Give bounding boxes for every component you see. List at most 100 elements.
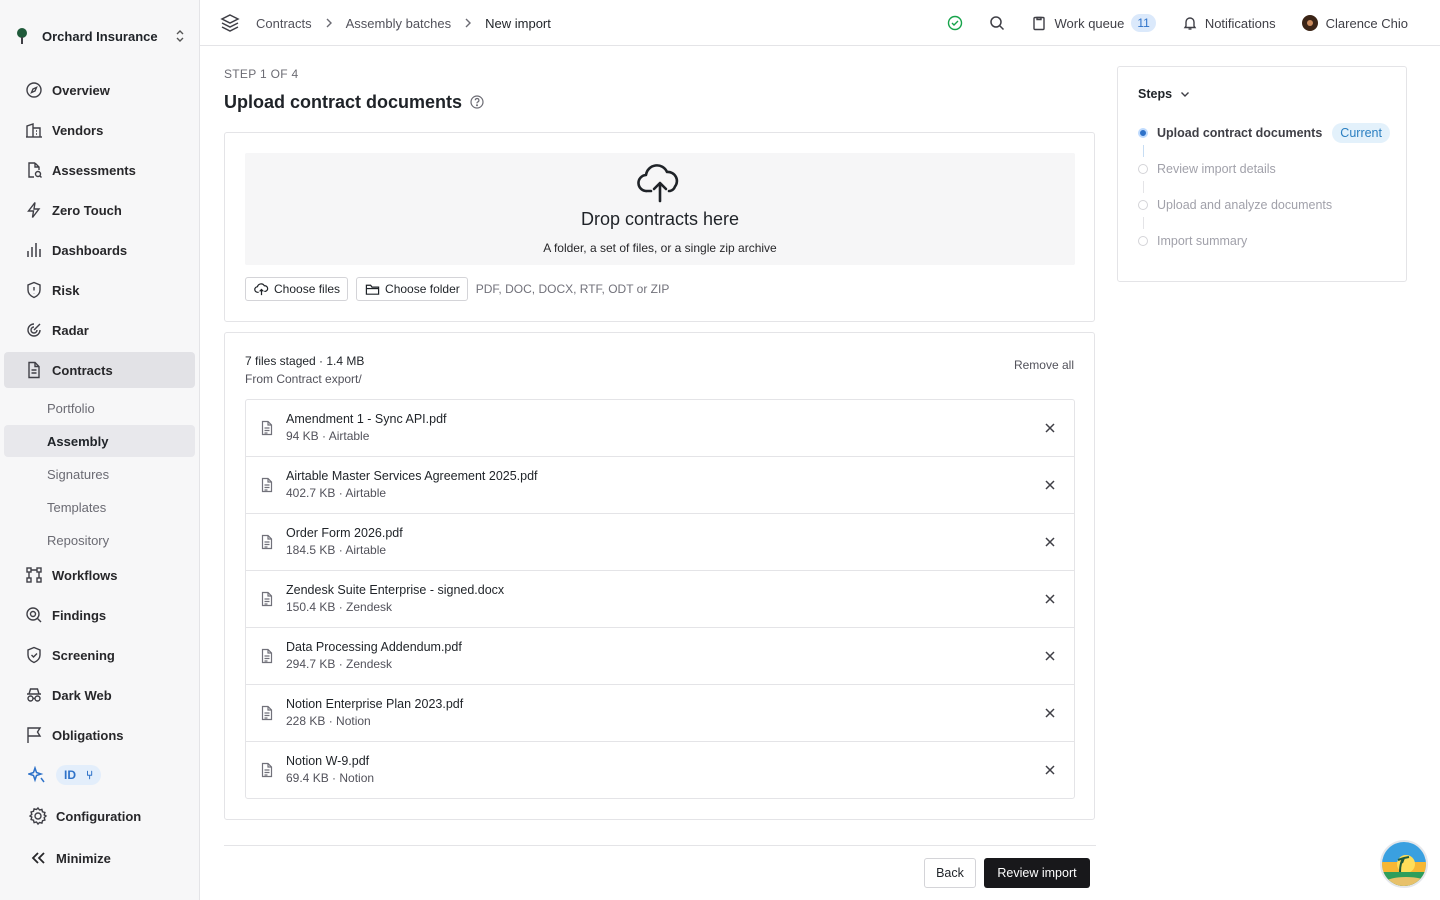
nav-label: Zero Touch	[52, 202, 122, 218]
nav-label: Configuration	[56, 808, 142, 824]
file-icon	[261, 477, 273, 493]
file-icon	[261, 705, 273, 721]
file-row: Data Processing Addendum.pdf 294.7 KB · …	[246, 628, 1074, 685]
nav-vendors[interactable]: Vendors	[4, 112, 195, 148]
notifications-button[interactable]: Notifications	[1182, 15, 1276, 31]
remove-all-button[interactable]: Remove all	[1014, 358, 1074, 372]
subnav-portfolio[interactable]: Portfolio	[4, 392, 195, 424]
step-dot	[1138, 236, 1148, 246]
file-name: Order Form 2026.pdf	[286, 526, 403, 540]
nav-zero-touch[interactable]: Zero Touch	[4, 192, 195, 228]
search-button[interactable]	[989, 15, 1005, 31]
steps-toggle[interactable]: Steps	[1138, 87, 1192, 101]
remove-file-icon[interactable]	[1042, 420, 1058, 436]
id-row[interactable]: ID ⑂	[4, 757, 195, 793]
work-queue-label: Work queue	[1054, 15, 1125, 31]
remove-file-icon[interactable]	[1042, 762, 1058, 778]
review-import-button[interactable]: Review import	[984, 858, 1090, 888]
step-item[interactable]: Upload and analyze documents	[1138, 196, 1332, 214]
nav-workflows[interactable]: Workflows	[4, 557, 195, 593]
step-label: Upload and analyze documents	[1157, 198, 1333, 212]
building-icon	[24, 120, 44, 140]
help-icon[interactable]	[470, 95, 484, 109]
nav-assessments[interactable]: Assessments	[4, 152, 195, 188]
folder-icon	[365, 284, 380, 295]
nav-label: Contracts	[52, 362, 113, 378]
nav-contracts[interactable]: Contracts	[4, 352, 195, 388]
step-item[interactable]: Upload contract documents Current	[1138, 123, 1390, 143]
dropzone-subtitle: A folder, a set of files, or a single zi…	[543, 241, 777, 255]
file-meta: 69.4 KB · Notion	[286, 771, 375, 785]
remove-file-icon[interactable]	[1042, 591, 1058, 607]
nav-overview[interactable]: Overview	[4, 72, 195, 108]
remove-file-icon[interactable]	[1042, 534, 1058, 550]
file-row: Airtable Master Services Agreement 2025.…	[246, 457, 1074, 514]
file-name: Zendesk Suite Enterprise - signed.docx	[286, 583, 505, 597]
chevron-right-icon	[465, 18, 472, 28]
file-icon	[261, 648, 273, 664]
nav-obligations[interactable]: Obligations	[4, 717, 195, 753]
upload-card: Drop contracts here A folder, a set of f…	[224, 132, 1095, 322]
step-connector	[1143, 217, 1144, 229]
chevron-up-down-icon	[176, 30, 184, 42]
breadcrumb-current: New import	[485, 15, 551, 31]
nav-label: Dark Web	[52, 687, 112, 703]
work-queue-count: 11	[1131, 14, 1156, 32]
id-badge[interactable]: ID ⑂	[56, 765, 102, 785]
file-row: Notion Enterprise Plan 2023.pdf 228 KB ·…	[246, 685, 1074, 742]
file-name: Airtable Master Services Agreement 2025.…	[286, 469, 538, 483]
subnav-assembly[interactable]: Assembly	[4, 425, 195, 457]
step-item[interactable]: Review import details	[1138, 160, 1276, 178]
step-label: Upload contract documents	[1157, 126, 1323, 140]
layers-icon[interactable]	[220, 13, 240, 33]
nav-dashboards[interactable]: Dashboards	[4, 232, 195, 268]
file-icon	[261, 762, 273, 778]
remove-file-icon[interactable]	[1042, 477, 1058, 493]
steps-title: Steps	[1138, 87, 1173, 101]
accepted-formats: PDF, DOC, DOCX, RTF, ODT or ZIP	[475, 282, 670, 296]
step-connector	[1143, 181, 1144, 193]
remove-file-icon[interactable]	[1042, 648, 1058, 664]
document-icon	[24, 360, 44, 380]
dropzone[interactable]: Drop contracts here A folder, a set of f…	[245, 153, 1075, 265]
file-name: Notion Enterprise Plan 2023.pdf	[286, 697, 464, 711]
page-title-text: Upload contract documents	[224, 91, 463, 112]
nav-dark-web[interactable]: Dark Web	[4, 677, 195, 713]
subnav-repository[interactable]: Repository	[4, 524, 195, 556]
step-dot	[1138, 200, 1148, 210]
staged-count: 7 files staged · 1.4 MB	[245, 354, 365, 368]
nav-label: Risk	[52, 282, 80, 298]
user-menu[interactable]: Clarence Chio	[1301, 15, 1408, 31]
nav-label: Findings	[52, 607, 107, 623]
org-switcher[interactable]: Orchard Insurance	[12, 24, 188, 48]
file-icon	[261, 534, 273, 550]
compass-icon	[24, 80, 44, 100]
nav-radar[interactable]: Radar	[4, 312, 195, 348]
nav-label: Screening	[52, 647, 115, 663]
step-item[interactable]: Import summary	[1138, 232, 1247, 250]
breadcrumb-contracts[interactable]: Contracts	[256, 16, 312, 31]
choose-files-button[interactable]: Choose files	[245, 277, 349, 301]
bar-chart-icon	[24, 240, 44, 260]
assistant-avatar[interactable]	[1380, 840, 1428, 888]
work-queue-button[interactable]: Work queue 11	[1031, 14, 1156, 32]
subnav-templates[interactable]: Templates	[4, 491, 195, 523]
breadcrumb-assembly-batches[interactable]: Assembly batches	[346, 16, 452, 31]
main-nav: Overview Vendors Assessments Zero Touch …	[4, 72, 195, 797]
nav-label: Minimize	[56, 850, 111, 866]
remove-file-icon[interactable]	[1042, 705, 1058, 721]
nav-findings[interactable]: Findings	[4, 597, 195, 633]
status-check-icon[interactable]	[947, 15, 963, 31]
nav-configuration[interactable]: Configuration	[4, 798, 195, 834]
page-title: Upload contract documents	[224, 90, 1096, 114]
minimize-button[interactable]: Minimize	[4, 840, 195, 876]
subnav-signatures[interactable]: Signatures	[4, 458, 195, 490]
file-row: Notion W-9.pdf 69.4 KB · Notion	[246, 742, 1074, 798]
nav-risk[interactable]: Risk	[4, 272, 195, 308]
file-meta: 402.7 KB · Airtable	[286, 486, 387, 500]
choose-folder-button[interactable]: Choose folder	[356, 277, 468, 301]
nav-screening[interactable]: Screening	[4, 637, 195, 673]
magnifier-icon	[24, 605, 44, 625]
back-button[interactable]: Back	[924, 858, 976, 888]
sidebar: Orchard Insurance Overview Vendors Asses…	[0, 0, 200, 900]
